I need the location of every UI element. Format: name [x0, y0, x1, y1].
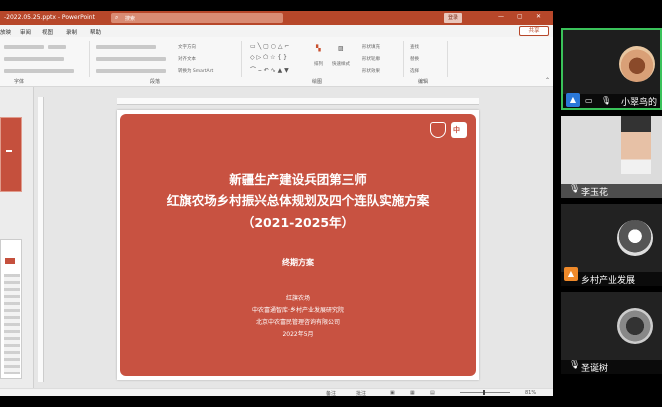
- arrange-icon[interactable]: ▚: [316, 45, 321, 52]
- participant-tile-1[interactable]: 小翠鸟的 ▲ ▭ 🎙: [561, 28, 662, 110]
- slide-title-line1: 新疆生产建设兵团第三师: [229, 172, 367, 187]
- editing-group: 查找 替换 选择: [406, 41, 448, 77]
- search-placeholder: 搜索: [125, 16, 136, 22]
- quick-styles-icon[interactable]: ▨: [338, 45, 344, 52]
- screen-top-band: [0, 0, 662, 11]
- normal-view-icon[interactable]: ▣: [390, 390, 395, 396]
- slide-thumbnails: [0, 87, 34, 388]
- participant-nameplate: 🎙 李玉花: [561, 184, 662, 198]
- edit-area: 中 新疆生产建设兵团第三师 红旗农场乡村振兴总体规划及四个连队实施方案 （202…: [0, 87, 553, 388]
- user-badge-icon: ▲: [566, 93, 580, 107]
- notes-button[interactable]: 备注: [326, 390, 336, 396]
- menu-review[interactable]: 审阅: [20, 28, 31, 36]
- vertical-ruler: [38, 97, 44, 382]
- participant-tile-4[interactable]: 🎙 圣诞树: [561, 292, 662, 374]
- slide-org2: 中农富通智库·乡村产业发展研究院: [252, 307, 344, 314]
- slide-thumbnail-2[interactable]: [0, 239, 22, 379]
- find-button[interactable]: 查找: [410, 44, 419, 50]
- text-direction[interactable]: 文字方向: [178, 44, 196, 50]
- search-icon: ⌕: [115, 14, 119, 21]
- font-group: [0, 41, 90, 77]
- user-badge-icon: ▲: [564, 267, 578, 281]
- font-group-label: 字体: [14, 79, 25, 85]
- align-text[interactable]: 对齐文本: [178, 56, 196, 62]
- avatar: [619, 46, 655, 82]
- reading-view-icon[interactable]: ▤: [430, 390, 435, 396]
- slide-thumbnail-1[interactable]: [0, 117, 22, 192]
- avatar: [617, 220, 653, 256]
- slide-date: 2022年5月: [282, 331, 314, 338]
- university-logo: [430, 122, 446, 138]
- participant-name: 乡村产业发展: [581, 276, 636, 286]
- participant-tile-3[interactable]: 🎙 乡村产业发展 ▲: [561, 204, 662, 286]
- shape-fill[interactable]: 形状填充: [362, 44, 380, 50]
- menu-view[interactable]: 视图: [42, 28, 53, 36]
- shapes-icon[interactable]: ▭ ╲ ▢ ○ △ ⌐: [250, 43, 289, 50]
- close-button[interactable]: ✕: [536, 13, 541, 20]
- slide-title-line2: 红旗农场乡村振兴总体规划及四个连队实施方案: [166, 193, 430, 208]
- slide-canvas[interactable]: 中 新疆生产建设兵团第三师 红旗农场乡村振兴总体规划及四个连队实施方案 （202…: [117, 110, 479, 380]
- search-box[interactable]: ⌕ 搜索: [111, 13, 283, 23]
- participant-video: [621, 116, 651, 174]
- participant-name: 小翠鸟的: [621, 98, 658, 108]
- maximize-button[interactable]: ▢: [517, 13, 523, 20]
- zoom-slider[interactable]: [460, 392, 510, 393]
- sorter-view-icon[interactable]: ▦: [410, 390, 415, 396]
- quick-styles-label[interactable]: 快速样式: [332, 61, 350, 67]
- participant-nameplate: 🎙 圣诞树: [561, 360, 662, 374]
- avatar: [617, 308, 653, 344]
- zoom-level[interactable]: 81%: [525, 390, 536, 396]
- shape-outline[interactable]: 形状轮廓: [362, 56, 380, 62]
- powerpoint-window: -2022.05.25.pptx - PowerPoint ⌕ 搜索 登录 — …: [0, 11, 553, 396]
- replace-button[interactable]: 替换: [410, 56, 419, 62]
- menu-record[interactable]: 录制: [66, 28, 77, 36]
- title-bar: -2022.05.25.pptx - PowerPoint ⌕ 搜索 登录 — …: [0, 11, 553, 25]
- shape-effects[interactable]: 形状效果: [362, 68, 380, 74]
- zoom-slider-knob[interactable]: [483, 390, 485, 395]
- shapes-row2-icon[interactable]: ◇ ▷ ⬠ ☆ { }: [250, 54, 287, 61]
- select-button[interactable]: 选择: [410, 68, 419, 74]
- comments-button[interactable]: 批注: [356, 390, 366, 396]
- screen-share-icon: ▭: [585, 96, 593, 105]
- horizontal-ruler: [117, 98, 479, 105]
- slide-org1: 红旗农场: [285, 295, 310, 302]
- ribbon: 字体 文字方向 对齐文本 转换为 SmartArt 段落 ▭ ╲ ▢ ○ △ ⌐…: [0, 37, 553, 87]
- slide-title-line3: （2021-2025年）: [241, 215, 355, 230]
- paragraph-group: 文字方向 对齐文本 转换为 SmartArt: [92, 41, 242, 77]
- status-bar: 备注 批注 ▣ ▦ ▤ 81%: [0, 388, 553, 396]
- slide-subtitle: 终期方案: [282, 258, 314, 267]
- mic-icon: 🎙: [601, 96, 612, 105]
- slide-org3: 北京中农富民管理咨询有限公司: [255, 319, 340, 326]
- shapes-row3-icon[interactable]: ⌒ ⌣ ↶ ∿ ▲ ▼: [250, 65, 289, 75]
- mic-icon: 🎙: [569, 360, 581, 370]
- participant-tile-2[interactable]: 🎙 李玉花: [561, 116, 662, 198]
- title-slide[interactable]: 中 新疆生产建设兵团第三师 红旗农场乡村振兴总体规划及四个连队实施方案 （202…: [120, 114, 476, 376]
- arrange-label[interactable]: 排列: [314, 61, 323, 67]
- menu-slideshow[interactable]: 放映: [0, 28, 11, 36]
- login-button[interactable]: 登录: [444, 13, 462, 23]
- drawing-group: ▭ ╲ ▢ ○ △ ⌐ ◇ ▷ ⬠ ☆ { } ⌒ ⌣ ↶ ∿ ▲ ▼ ▚ 排列…: [244, 41, 404, 77]
- menu-help[interactable]: 帮助: [90, 28, 101, 36]
- mic-icon: 🎙: [569, 184, 581, 194]
- participant-name: 李玉花: [581, 188, 609, 198]
- drawing-group-label: 绘图: [312, 79, 323, 85]
- editing-group-label: 编辑: [418, 79, 429, 85]
- menu-bar: 放映 审阅 视图 录制 帮助 共享: [0, 25, 553, 37]
- share-button[interactable]: 共享: [519, 26, 549, 36]
- paragraph-group-label: 段落: [150, 79, 161, 85]
- window-title: -2022.05.25.pptx - PowerPoint: [4, 14, 95, 21]
- meeting-participants-panel: 小翠鸟的 ▲ ▭ 🎙 🎙 李玉花 🎙 乡村产业发展 ▲ 🎙 圣诞树: [557, 28, 662, 398]
- convert-smartart[interactable]: 转换为 SmartArt: [178, 68, 213, 74]
- company-logo: 中: [451, 122, 467, 138]
- minimize-button[interactable]: —: [498, 13, 504, 20]
- collapse-ribbon-icon[interactable]: ⌃: [545, 77, 550, 84]
- participant-name: 圣诞树: [581, 364, 609, 374]
